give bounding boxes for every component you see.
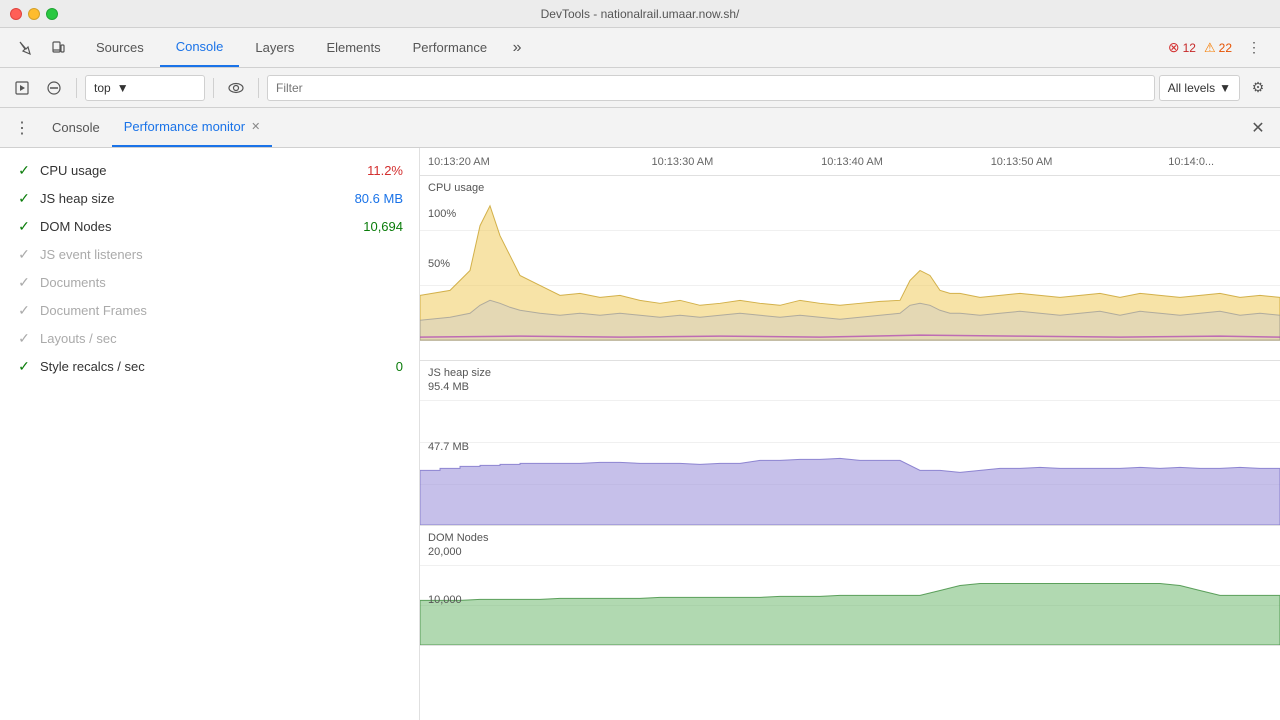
time-label-5: 10:14:0... (1106, 156, 1276, 168)
clear-console-button[interactable] (40, 74, 68, 102)
time-label-4: 10:13:50 AM (937, 156, 1107, 168)
heap-mid-label: 47.7 MB (428, 441, 469, 453)
metric-name: DOM Nodes (40, 219, 363, 234)
metric-js-events[interactable]: ✓ JS event listeners (0, 240, 419, 268)
metric-name: Document Frames (40, 303, 403, 318)
device-icon[interactable] (44, 34, 72, 62)
devtools-menu[interactable]: ⋮ (1240, 34, 1268, 62)
time-label-1: 10:13:20 AM (424, 156, 598, 168)
cpu-50-label: 50% (428, 258, 450, 270)
check-icon: ✓ (16, 246, 32, 262)
nav-icons (4, 34, 80, 62)
time-axis: 10:13:20 AM 10:13:30 AM 10:13:40 AM 10:1… (420, 148, 1280, 176)
metric-name: Layouts / sec (40, 331, 403, 346)
metric-value: 10,694 (363, 219, 403, 234)
metric-name: JS event listeners (40, 247, 403, 262)
dom-max-label: 20,000 (428, 546, 462, 558)
maximize-button[interactable] (46, 8, 58, 20)
heap-chart: JS heap size 95.4 MB 47.7 MB (420, 361, 1280, 526)
nav-tab-layers[interactable]: Layers (239, 28, 310, 67)
check-icon: ✓ (16, 302, 32, 318)
metric-layouts[interactable]: ✓ Layouts / sec (0, 324, 419, 352)
tab-performance-monitor[interactable]: Performance monitor ✕ (112, 108, 273, 147)
metric-value: 0 (396, 359, 403, 374)
inspect-icon[interactable] (12, 34, 40, 62)
filter-input[interactable] (267, 75, 1155, 101)
cpu-chart: CPU usage 100% 50% (420, 176, 1280, 361)
separator-2 (213, 78, 214, 98)
inner-tab-bar: ⋮ Console Performance monitor ✕ ✕ (0, 108, 1280, 148)
metric-js-heap[interactable]: ✓ JS heap size 80.6 MB (0, 184, 419, 212)
close-panel-button[interactable]: ✕ (1244, 114, 1272, 142)
level-selector[interactable]: All levels ▼ (1159, 75, 1240, 101)
console-toolbar: top ▼ All levels ▼ ⚙ (0, 68, 1280, 108)
error-badge[interactable]: ⊗ 12 (1168, 39, 1196, 56)
heap-chart-svg (420, 361, 1280, 525)
time-label-2: 10:13:30 AM (598, 156, 768, 168)
heap-max-label: 95.4 MB (428, 381, 469, 393)
minimize-button[interactable] (28, 8, 40, 20)
dom-chart-svg (420, 526, 1280, 645)
time-label-3: 10:13:40 AM (767, 156, 937, 168)
metrics-panel: ✓ CPU usage 11.2% ✓ JS heap size 80.6 MB… (0, 148, 420, 720)
check-icon: ✓ (16, 330, 32, 346)
check-icon: ✓ (16, 190, 32, 206)
title-bar: DevTools - nationalrail.umaar.now.sh/ (0, 0, 1280, 28)
warning-icon: ⚠ (1204, 40, 1216, 56)
metric-cpu-usage[interactable]: ✓ CPU usage 11.2% (0, 156, 419, 184)
metric-name: JS heap size (40, 191, 355, 206)
metric-doc-frames[interactable]: ✓ Document Frames (0, 296, 419, 324)
cpu-chart-label: CPU usage (428, 182, 484, 194)
eye-button[interactable] (222, 74, 250, 102)
metric-dom-nodes[interactable]: ✓ DOM Nodes 10,694 (0, 212, 419, 240)
metric-style-recalcs[interactable]: ✓ Style recalcs / sec 0 (0, 352, 419, 380)
heap-chart-label: JS heap size (428, 367, 491, 379)
metric-value: 11.2% (367, 163, 403, 178)
metric-name: CPU usage (40, 163, 367, 178)
context-selector[interactable]: top ▼ (85, 75, 205, 101)
tab-console[interactable]: Console (40, 108, 112, 147)
warning-badge[interactable]: ⚠ 22 (1204, 40, 1232, 56)
check-icon: ✓ (16, 358, 32, 374)
nav-tabs: Sources Console Layers Elements Performa… (80, 28, 1160, 67)
close-button[interactable] (10, 8, 22, 20)
check-icon: ✓ (16, 274, 32, 290)
nav-tab-sources[interactable]: Sources (80, 28, 160, 67)
cpu-100-label: 100% (428, 208, 456, 220)
close-tab-icon[interactable]: ✕ (251, 120, 260, 133)
window-title: DevTools - nationalrail.umaar.now.sh/ (541, 7, 740, 21)
nav-right: ⊗ 12 ⚠ 22 ⋮ (1160, 34, 1276, 62)
nav-tab-console[interactable]: Console (160, 28, 240, 67)
metric-name: Documents (40, 275, 403, 290)
frame-toggle-button[interactable] (8, 74, 36, 102)
error-icon: ⊗ (1168, 39, 1180, 56)
check-icon: ✓ (16, 218, 32, 234)
separator-1 (76, 78, 77, 98)
nav-tab-elements[interactable]: Elements (310, 28, 396, 67)
nav-tab-performance[interactable]: Performance (397, 28, 503, 67)
more-tabs-button[interactable]: » (503, 34, 531, 62)
traffic-lights (10, 8, 58, 20)
dom-chart-label: DOM Nodes (428, 532, 489, 544)
tab-menu-button[interactable]: ⋮ (8, 114, 36, 142)
separator-3 (258, 78, 259, 98)
cpu-chart-svg (420, 176, 1280, 360)
charts-panel: 10:13:20 AM 10:13:30 AM 10:13:40 AM 10:1… (420, 148, 1280, 720)
metric-documents[interactable]: ✓ Documents (0, 268, 419, 296)
nav-bar: Sources Console Layers Elements Performa… (0, 28, 1280, 68)
settings-button[interactable]: ⚙ (1244, 74, 1272, 102)
metric-value: 80.6 MB (355, 191, 403, 206)
dom-chart: DOM Nodes 20,000 10,000 (420, 526, 1280, 646)
metric-name: Style recalcs / sec (40, 359, 396, 374)
dom-mid-label: 10,000 (428, 594, 462, 606)
check-icon: ✓ (16, 162, 32, 178)
main-content: ✓ CPU usage 11.2% ✓ JS heap size 80.6 MB… (0, 148, 1280, 720)
